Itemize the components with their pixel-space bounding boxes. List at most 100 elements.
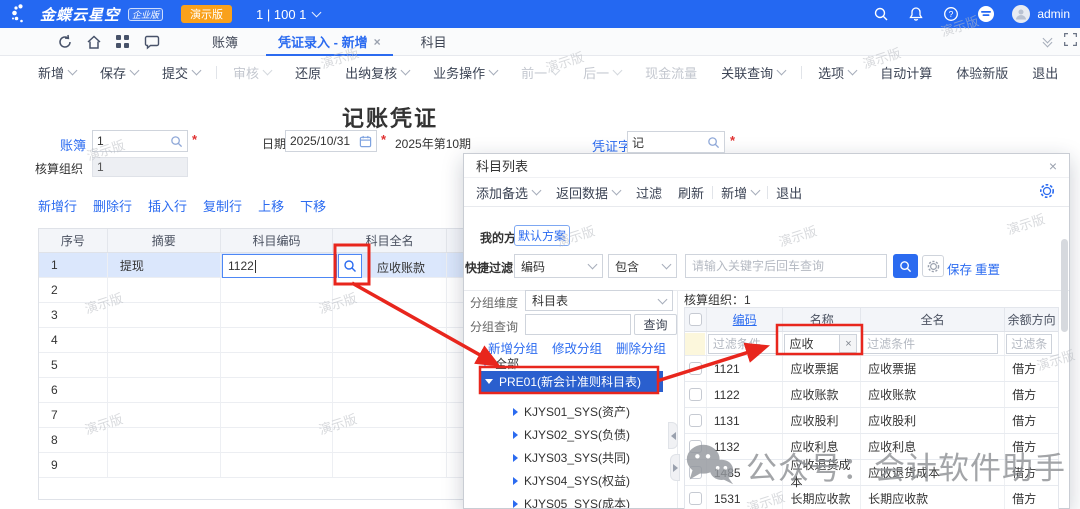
checkbox[interactable]: [689, 313, 702, 326]
account-code-cell[interactable]: 1121: [707, 356, 784, 381]
account-code-cell[interactable]: [221, 328, 334, 352]
summary-cell[interactable]: [108, 328, 221, 352]
checkbox-cell[interactable]: [685, 408, 707, 433]
group-query-input[interactable]: [525, 314, 631, 335]
checkbox[interactable]: [689, 440, 702, 453]
summary-cell[interactable]: [108, 453, 221, 477]
summary-cell[interactable]: 提现: [108, 253, 221, 277]
filter-input-3[interactable]: [1006, 334, 1052, 354]
tree-expand-icon[interactable]: [481, 361, 489, 366]
account-row-4[interactable]: 1485应收退货成本应收退货成本借方: [685, 460, 1058, 486]
group-query-button[interactable]: 查询: [634, 314, 677, 335]
account-code-cell[interactable]: [221, 278, 334, 302]
expand-icon[interactable]: [1063, 32, 1078, 52]
grid-column-header-0[interactable]: 序号: [39, 229, 108, 252]
tree-collapsed-icon[interactable]: [513, 408, 518, 416]
username-label[interactable]: admin: [1037, 7, 1070, 21]
collapse-left-handle[interactable]: [668, 422, 678, 449]
grid-column-header-2[interactable]: 科目编码: [221, 229, 334, 252]
table-column-header-2[interactable]: 全名: [861, 308, 1005, 331]
toolbar-item-2[interactable]: 过滤: [636, 183, 662, 202]
filter-cell-1[interactable]: ×: [783, 332, 861, 355]
bell-icon[interactable]: [907, 5, 925, 23]
summary-cell[interactable]: [108, 378, 221, 402]
filter-operator-select[interactable]: 包含: [608, 254, 677, 278]
tree-node-4[interactable]: KJYS03_SYS(共同): [467, 447, 671, 468]
account-code-cell[interactable]: 1531: [707, 486, 784, 509]
grid-row-2[interactable]: 2: [39, 278, 463, 303]
checkbox[interactable]: [689, 362, 702, 375]
account-row-3[interactable]: 1132应收利息应收利息借方: [685, 434, 1058, 460]
account-code-cell[interactable]: [221, 403, 334, 427]
grid-column-header-3[interactable]: 科目全名: [333, 229, 447, 252]
filter-field-select[interactable]: 编码: [514, 254, 603, 278]
toolbar-item-0[interactable]: 新增: [38, 63, 76, 82]
grid-row-4[interactable]: 4: [39, 328, 463, 353]
grid-row-3[interactable]: 3: [39, 303, 463, 328]
checkbox-cell[interactable]: [685, 460, 707, 485]
account-code-cell[interactable]: [221, 453, 334, 477]
filter-input-0[interactable]: [708, 334, 778, 354]
account-code-cell[interactable]: [221, 428, 334, 452]
account-table[interactable]: 编码名称全名余额方向×1121应收票据应收票据借方1122应收账款应收账款借方1…: [684, 307, 1059, 509]
tree-collapsed-icon[interactable]: [513, 500, 518, 508]
toolbar-item-4[interactable]: 还原: [295, 63, 321, 82]
account-code-cell[interactable]: [221, 353, 334, 377]
account-switcher[interactable]: 1 | 100 1: [256, 7, 320, 22]
checkbox[interactable]: [689, 414, 702, 427]
group-dim-select[interactable]: 科目表: [525, 290, 673, 311]
avatar[interactable]: [1012, 5, 1030, 23]
tab-0[interactable]: 账簿: [196, 28, 254, 55]
reset-plan-link[interactable]: 重置: [975, 259, 1000, 278]
grid-row-8[interactable]: 8: [39, 428, 463, 453]
filter-cell-3[interactable]: [1005, 332, 1058, 355]
grid-row-7[interactable]: 7: [39, 403, 463, 428]
table-column-header-3[interactable]: 余额方向: [1005, 308, 1058, 331]
toolbar-item-3[interactable]: 刷新: [678, 183, 704, 202]
toolbar-item-6[interactable]: 业务操作: [433, 63, 497, 82]
book-field[interactable]: 1: [92, 130, 188, 152]
account-group-tree[interactable]: 全部PRE01(新会计准则科目表)KJYS01_SYS(资产)KJYS02_SY…: [467, 351, 675, 508]
filter-input-2[interactable]: [862, 334, 998, 354]
date-field[interactable]: 2025/10/31: [285, 130, 377, 152]
keyword-input[interactable]: [685, 254, 887, 278]
lookup-icon[interactable]: [707, 136, 720, 149]
checkbox[interactable]: [689, 466, 702, 479]
clear-filter-icon[interactable]: ×: [840, 334, 857, 353]
account-fullname-cell[interactable]: [333, 378, 447, 402]
tab-2[interactable]: 科目: [405, 28, 463, 55]
filter-settings-gear-icon[interactable]: [922, 255, 944, 277]
apps-grid-icon[interactable]: [114, 33, 131, 50]
account-fullname-cell[interactable]: [333, 303, 447, 327]
toolbar-item-11[interactable]: 选项: [818, 63, 856, 82]
dialog-settings-gear-icon[interactable]: [1039, 183, 1055, 204]
calendar-icon[interactable]: [359, 135, 372, 148]
collapse-right-handle[interactable]: [670, 454, 680, 481]
summary-cell[interactable]: [108, 403, 221, 427]
account-code-cell[interactable]: 1485: [707, 460, 784, 485]
toolbar-item-5[interactable]: 退出: [776, 183, 802, 202]
dialog-scrollbar[interactable]: [1061, 239, 1068, 332]
toolbar-item-0[interactable]: 添加备选: [476, 183, 540, 202]
checkbox-cell[interactable]: [685, 434, 707, 459]
account-code-cell[interactable]: 1131: [707, 408, 784, 433]
row-action-2[interactable]: 插入行: [148, 196, 187, 215]
save-plan-link[interactable]: 保存: [947, 259, 972, 278]
sync-icon[interactable]: [56, 33, 73, 50]
close-tab-icon[interactable]: ×: [374, 35, 381, 49]
toolbar-item-1[interactable]: 返回数据: [556, 183, 620, 202]
tree-node-5[interactable]: KJYS04_SYS(权益): [467, 470, 671, 491]
row-action-3[interactable]: 复制行: [203, 196, 242, 215]
tree-collapsed-icon[interactable]: [513, 454, 518, 462]
row-action-0[interactable]: 新增行: [38, 196, 77, 215]
grid-column-header-1[interactable]: 摘要: [108, 229, 221, 252]
select-all-cell[interactable]: [685, 308, 707, 331]
checkbox[interactable]: [689, 492, 702, 505]
tree-collapsed-icon[interactable]: [513, 431, 518, 439]
name-filter-input[interactable]: [784, 334, 840, 354]
close-icon[interactable]: ×: [1049, 158, 1057, 174]
table-column-header-0[interactable]: 编码: [707, 308, 784, 331]
theme-toggle-icon[interactable]: [977, 5, 995, 23]
toolbar-item-13[interactable]: 体验新版: [956, 63, 1008, 82]
grid-row-9[interactable]: 9: [39, 453, 463, 478]
